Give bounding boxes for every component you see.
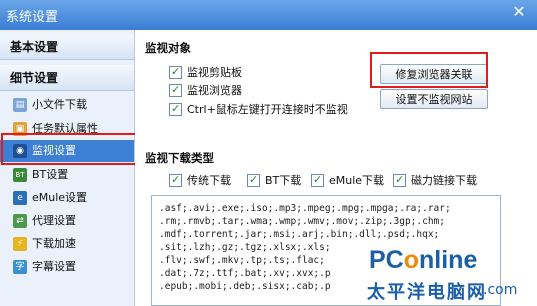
- pconline-watermark: PConline 太平洋电脑网 .com: [363, 246, 533, 303]
- close-icon[interactable]: ✕: [509, 3, 529, 21]
- watermark-logo: PConline: [369, 246, 478, 274]
- file-icon: ▤: [13, 98, 27, 112]
- browser-checkbox[interactable]: 监视浏览器: [169, 82, 242, 99]
- download-types-heading: 监视下载类型: [145, 151, 214, 165]
- bt-icon: BT: [13, 168, 27, 182]
- sidebar-item-emule[interactable]: e eMule设置: [0, 187, 134, 209]
- watermark-cn: 太平洋电脑网: [367, 282, 487, 303]
- checkbox-checked-icon: [393, 172, 406, 188]
- sidebar-item-proxy[interactable]: ⇄ 代理设置: [0, 210, 134, 232]
- normal-download-checkbox[interactable]: 传统下载: [169, 172, 231, 189]
- checkbox-label: Ctrl+鼠标左键打开连接时不监视: [187, 103, 348, 116]
- checkbox-checked-icon: [247, 172, 260, 188]
- accelerate-icon: ⚡: [13, 237, 27, 251]
- sidebar-section-basic[interactable]: 基本设置: [0, 34, 134, 60]
- bt-download-checkbox[interactable]: BT下载: [247, 172, 302, 189]
- title-bar: 系统设置 ✕: [0, 0, 537, 30]
- highlight-box-sidebar: [1, 133, 147, 165]
- proxy-icon: ⇄: [13, 214, 27, 228]
- checkbox-checked-icon: [169, 82, 182, 98]
- sidebar-item-small-file[interactable]: ▤ 小文件下载: [0, 94, 134, 116]
- monitor-heading: 监视对象: [145, 41, 191, 55]
- highlight-box-repair: [370, 52, 488, 88]
- checkbox-checked-icon: [311, 172, 324, 188]
- checkbox-checked-icon: [169, 64, 182, 80]
- checkbox-label: 监视剪贴板: [187, 66, 242, 79]
- emule-icon: e: [13, 191, 27, 205]
- nonmonitor-sites-button[interactable]: 设置不监视网站: [380, 89, 488, 109]
- sidebar-item-bt[interactable]: BT BT设置: [0, 164, 134, 186]
- sidebar-item-label: 代理设置: [32, 214, 76, 227]
- ctrl-click-checkbox[interactable]: Ctrl+鼠标左键打开连接时不监视: [169, 101, 348, 118]
- sidebar-section-detail[interactable]: 细节设置: [0, 65, 134, 91]
- checkbox-label: eMule下载: [329, 174, 385, 187]
- sidebar-item-label: 小文件下载: [32, 98, 87, 111]
- clipboard-checkbox[interactable]: 监视剪贴板: [169, 64, 242, 81]
- checkbox-checked-icon: [169, 101, 182, 117]
- sidebar-item-label: 字幕设置: [32, 260, 76, 273]
- watermark-dotcom: .com: [483, 282, 518, 298]
- checkbox-label: 监视浏览器: [187, 84, 242, 97]
- sidebar-item-accelerate[interactable]: ⚡ 下载加速: [0, 233, 134, 255]
- checkbox-label: BT下载: [265, 174, 302, 187]
- sidebar-item-label: 下载加速: [32, 237, 76, 250]
- subtitle-icon: 字: [13, 260, 27, 274]
- emule-download-checkbox[interactable]: eMule下载: [311, 172, 385, 189]
- magnet-download-checkbox[interactable]: 磁力链接下载: [393, 172, 477, 189]
- window-title: 系统设置: [6, 10, 59, 25]
- sidebar-item-label: eMule设置: [32, 191, 88, 204]
- sidebar-item-label: BT设置: [32, 168, 69, 181]
- checkbox-label: 磁力链接下载: [411, 174, 477, 187]
- sidebar-item-subtitle[interactable]: 字 字幕设置: [0, 256, 134, 278]
- checkbox-checked-icon: [169, 172, 182, 188]
- sidebar: 基本设置 细节设置 ▤ 小文件下载 ▣ 任务默认属性 ◉ 监视设置 BT BT设…: [0, 30, 135, 306]
- checkbox-label: 传统下载: [187, 174, 231, 187]
